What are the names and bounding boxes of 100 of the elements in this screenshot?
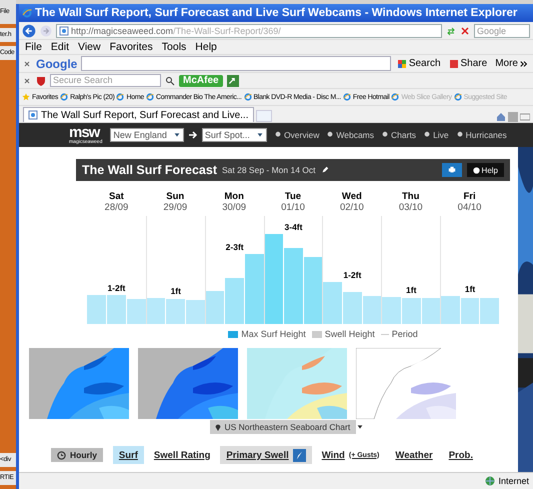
surf-bar [343,292,362,324]
day-name: Wed [340,191,363,202]
surf-bar [460,298,480,324]
day-name: Thu [401,191,420,202]
close-icon [22,58,32,68]
ie-logo-icon [146,93,154,101]
caret-icon [356,423,364,431]
table-tab[interactable]: Prob. [442,446,479,464]
forecast-title: The Wall Surf Forecast [82,163,217,177]
menu-item[interactable]: Tools [162,41,186,53]
ie-logo-icon [454,93,462,101]
day-name: Fri [462,191,477,202]
surf-height-label: 2-3ft [224,242,245,252]
ie-logo-icon [22,8,32,18]
help-button[interactable]: Help [466,163,504,177]
browser-tab[interactable]: The Wall Surf Report, Surf Forecast and Live... [23,107,254,122]
menu-item[interactable]: Edit [50,41,70,53]
table-tab[interactable]: Swell Rating [148,446,216,464]
day-name: Tue [284,191,302,202]
pin-icon [214,423,222,431]
zone-label: Internet [498,476,529,486]
day-date: 03/10 [398,202,424,213]
ie-logo-icon [116,93,124,101]
menu-item[interactable]: Help [195,41,217,53]
legend-label: Period [392,329,418,339]
page-icon [28,110,38,120]
date-range: Sat 28 Sep - Mon 14 Oct [222,165,316,175]
region-select[interactable]: New England [110,128,184,142]
day-date: 02/10 [338,202,365,213]
refresh-icon [446,26,456,36]
google-logo: Google [36,56,78,70]
surf-bar [422,298,440,324]
clock-icon [57,450,66,460]
shield-icon [36,76,46,86]
surf-height-label: 3-4ft [284,222,304,232]
surf-bar [441,296,460,324]
arrow-icon [188,130,198,140]
surf-bar [206,291,224,324]
toolbar-button[interactable]: Share [446,58,490,69]
ie-logo-icon [244,93,252,101]
table-tab[interactable]: Weather [389,446,439,464]
export-icon [226,74,239,86]
day-date: 04/10 [456,202,482,213]
forward-icon [40,24,52,36]
caret-icon [256,131,264,139]
window-title: The Wall Surf Report, Surf Forecast and Live Surf Webcams - Windows Internet Explorer [35,7,518,19]
surf-bar [166,299,186,324]
menu-item[interactable]: Favorites [110,41,153,53]
address-field[interactable]: http://magicseaweed.com/The-Wall-Surf-Report/369/ [56,24,442,38]
surf-bar [87,295,106,324]
star-icon [22,93,30,101]
page-icon [59,26,69,36]
table-tab[interactable]: Surf [112,446,144,464]
toolbar-button[interactable]: Search [394,58,443,69]
ie-logo-icon [391,93,400,101]
nav-link[interactable]: Hurricanes [456,130,507,140]
surf-bar [126,299,146,324]
day-date: 01/10 [280,202,306,213]
surf-height-label: 1-2ft [106,283,126,293]
surf-height-label: 1ft [170,286,182,296]
day-date: 30/09 [221,202,248,213]
hourly-button[interactable]: Hourly [51,448,103,462]
chevrons-icon [520,60,528,68]
day-date: 29/09 [162,202,188,213]
surf-bar [106,295,126,324]
menu-item[interactable]: View [78,41,101,53]
day-name: Sun [165,191,186,202]
menu-item[interactable]: File [25,41,42,53]
day-name: Sat [108,191,125,202]
nav-link[interactable]: Live [423,130,449,140]
surf-height-label: 1ft [405,285,418,295]
surf-height-label: 1-2ft [342,270,362,280]
table-tab[interactable]: Primary Swell [220,446,312,464]
surf-bar [362,296,382,324]
toolbar-button[interactable]: More [493,58,530,69]
google-icon [396,58,407,68]
new-tab-button[interactable] [256,110,272,122]
legend-label: Swell Height [324,329,375,339]
print-button[interactable] [442,163,462,177]
surf-height-label: 1ft [464,284,476,294]
nav-link[interactable]: Overview [274,130,320,140]
surf-bar [382,297,401,324]
ie-logo-icon [342,93,351,101]
nav-link[interactable]: Webcams [326,130,374,140]
globe-icon [485,476,496,486]
surf-bar [480,298,500,324]
search-field[interactable] [81,56,391,71]
legend-label: Max Surf Height [241,329,306,339]
day-date: 28/09 [104,202,130,213]
direction-icon [292,448,306,462]
surf-bar [186,300,205,324]
back-icon [22,24,36,38]
search-icon [165,76,175,86]
nav-link[interactable]: Charts [381,130,416,140]
stop-icon [460,26,470,36]
surf-bar [146,298,166,324]
surf-bar [402,298,421,324]
caret-icon [172,131,181,139]
spot-select[interactable]: Surf Spot... [202,128,267,142]
day-name: Mon [223,191,245,202]
